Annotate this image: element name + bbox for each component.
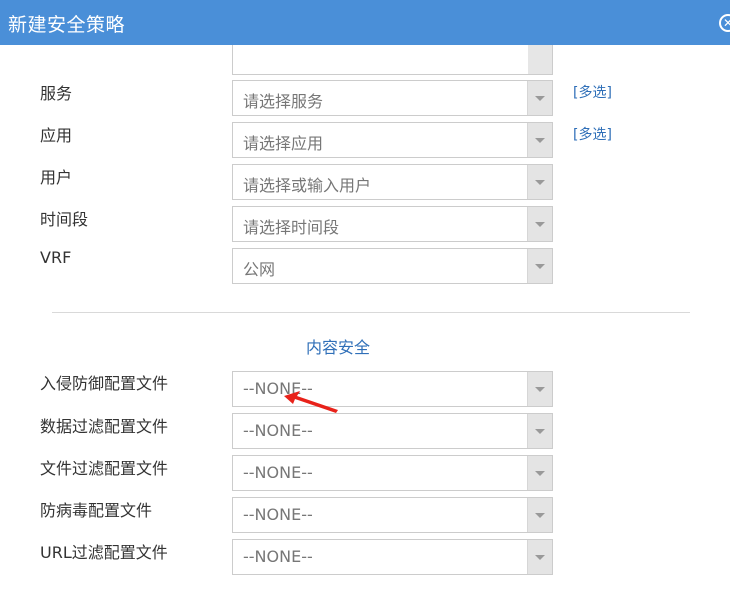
url-filter-profile-select-value: --NONE--	[243, 547, 313, 566]
file-filter-profile-label: 文件过滤配置文件	[40, 459, 169, 478]
application-label: 应用	[40, 126, 73, 145]
chevron-down-icon[interactable]	[527, 81, 552, 115]
vrf-select[interactable]: 公网	[232, 248, 553, 284]
antivirus-profile-select-value: --NONE--	[243, 505, 313, 524]
application-multi-select-link[interactable]: [多选]	[573, 124, 612, 144]
chevron-down-icon[interactable]	[527, 414, 552, 448]
data-filter-profile-select[interactable]: --NONE--	[232, 413, 553, 449]
antivirus-profile-select[interactable]: --NONE--	[232, 497, 553, 533]
antivirus-profile-label: 防病毒配置文件	[40, 501, 153, 520]
file-filter-profile-select[interactable]: --NONE--	[232, 455, 553, 491]
chevron-down-icon[interactable]	[527, 123, 552, 157]
application-select[interactable]: 请选择应用	[232, 122, 553, 158]
url-filter-profile-label: URL过滤配置文件	[40, 543, 168, 562]
scrolled-select[interactable]	[232, 45, 553, 75]
data-filter-profile-select-value: --NONE--	[243, 421, 313, 440]
chevron-down-icon[interactable]	[527, 207, 552, 241]
chevron-down-icon[interactable]	[527, 249, 552, 283]
content-security-title: 内容安全	[306, 338, 371, 357]
service-select-value: 请选择服务	[243, 92, 324, 111]
user-select-value: 请选择或输入用户	[243, 176, 372, 195]
chevron-down-icon[interactable]	[527, 165, 552, 199]
chevron-down-icon[interactable]	[527, 498, 552, 532]
annotation-arrow-icon	[284, 391, 338, 413]
dropdown-arrow-icon[interactable]	[528, 45, 552, 74]
data-filter-profile-label: 数据过滤配置文件	[40, 417, 169, 436]
ips-profile-label: 入侵防御配置文件	[40, 374, 169, 393]
vrf-label: VRF	[40, 248, 72, 267]
section-divider	[52, 312, 690, 313]
url-filter-profile-select[interactable]: --NONE--	[232, 539, 553, 575]
service-label: 服务	[40, 84, 73, 103]
user-label: 用户	[40, 168, 73, 187]
service-select[interactable]: 请选择服务	[232, 80, 553, 116]
user-select[interactable]: 请选择或输入用户	[232, 164, 553, 200]
chevron-down-icon[interactable]	[527, 540, 552, 574]
close-circle-icon[interactable]: ✕	[719, 14, 730, 32]
time-range-label: 时间段	[40, 210, 89, 229]
time-range-select[interactable]: 请选择时间段	[232, 206, 553, 242]
file-filter-profile-select-value: --NONE--	[243, 463, 313, 482]
application-select-value: 请选择应用	[243, 134, 324, 153]
chevron-down-icon[interactable]	[527, 456, 552, 490]
annotation-arrow-shape	[284, 391, 338, 413]
dialog-titlebar: 新建安全策略 ✕	[0, 0, 730, 45]
chevron-down-icon[interactable]	[527, 372, 552, 406]
vrf-select-value: 公网	[243, 260, 276, 279]
dialog-title: 新建安全策略	[8, 14, 126, 36]
time-range-select-value: 请选择时间段	[243, 218, 340, 237]
service-multi-select-link[interactable]: [多选]	[573, 82, 612, 102]
